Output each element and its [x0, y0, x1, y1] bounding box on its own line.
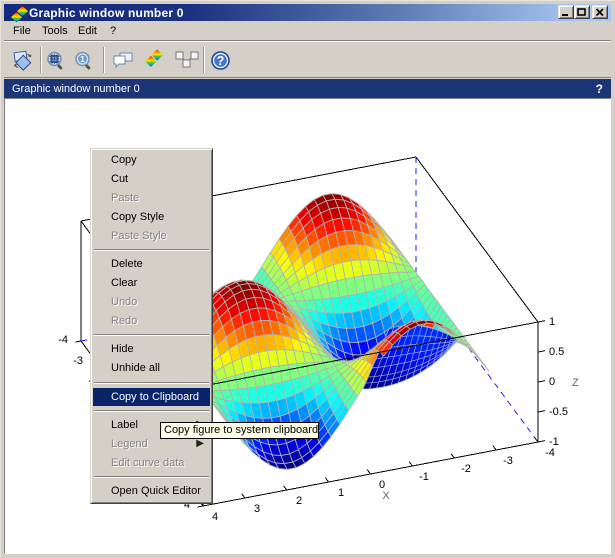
svg-text:1: 1 [549, 316, 555, 328]
svg-text:-4: -4 [58, 334, 68, 346]
svg-text:-1: -1 [419, 471, 429, 483]
svg-text:4: 4 [212, 511, 218, 523]
svg-text:-0.5: -0.5 [549, 406, 568, 418]
svg-text:-3: -3 [73, 355, 83, 367]
svg-text:-4: -4 [545, 447, 555, 459]
svg-text:X: X [382, 490, 390, 502]
svg-text:2: 2 [296, 495, 302, 507]
svg-text:0.5: 0.5 [549, 346, 564, 358]
svg-text:0: 0 [549, 376, 555, 388]
svg-text:-1: -1 [549, 436, 559, 448]
svg-text:1: 1 [338, 487, 344, 499]
svg-text:Z: Z [572, 377, 579, 389]
svg-text:-2: -2 [461, 463, 471, 475]
svg-text:-3: -3 [503, 455, 513, 467]
svg-text:3: 3 [254, 503, 260, 515]
